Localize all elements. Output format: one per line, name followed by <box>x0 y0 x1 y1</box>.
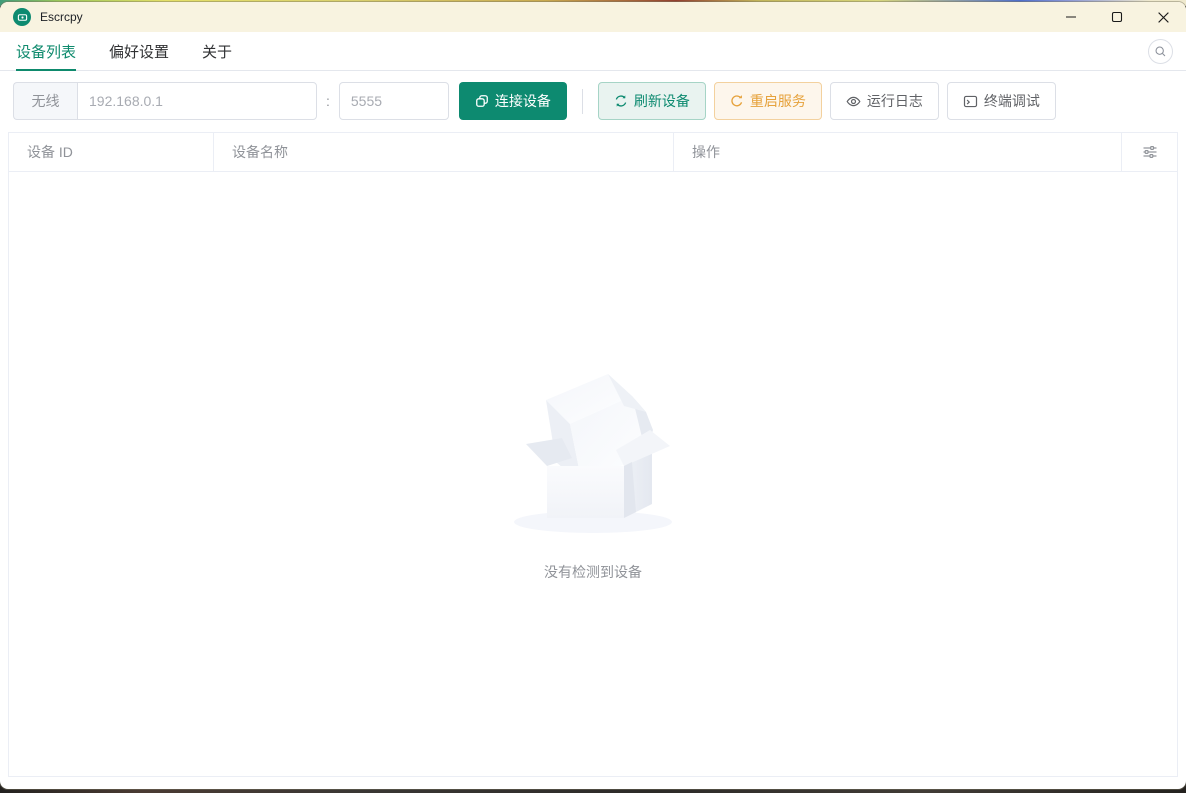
column-header-device-name: 设备名称 <box>214 133 674 171</box>
refresh-devices-label: 刷新设备 <box>633 93 690 109</box>
search-button[interactable] <box>1148 39 1173 64</box>
device-table-body: 没有检测到设备 <box>9 172 1177 776</box>
refresh-devices-button[interactable]: 刷新设备 <box>597 82 706 120</box>
close-icon <box>1157 11 1169 23</box>
window-title: Escrcpy <box>40 10 83 24</box>
window-controls <box>1048 2 1186 32</box>
empty-box-illustration <box>514 374 672 533</box>
close-button[interactable] <box>1140 2 1186 32</box>
tab-preferences-label: 偏好设置 <box>109 43 170 61</box>
refresh-icon <box>615 95 627 107</box>
eye-icon <box>846 96 861 106</box>
titlebar: Escrcpy <box>0 2 1186 32</box>
sliders-icon <box>1143 145 1156 159</box>
maximize-button[interactable] <box>1094 2 1140 32</box>
tab-about[interactable]: 关于 <box>202 32 232 70</box>
device-table: 设备 ID 设备名称 操作 没有检测到设备 <box>8 132 1178 777</box>
terminal-debug-button[interactable]: 终端调试 <box>946 82 1056 120</box>
restart-service-label: 重启服务 <box>749 93 806 109</box>
connection-toolbar: 无线 : 连接设备 刷新设备 重启服务 <box>13 82 1173 120</box>
column-settings-button[interactable] <box>1122 133 1177 171</box>
tab-device-list[interactable]: 设备列表 <box>16 32 77 71</box>
wireless-label: 无线 <box>13 82 77 120</box>
device-table-header: 设备 ID 设备名称 操作 <box>9 133 1177 172</box>
column-header-actions: 操作 <box>674 133 1122 171</box>
minimize-button[interactable] <box>1048 2 1094 32</box>
refresh-right-icon <box>731 95 743 107</box>
column-header-device-id: 设备 ID <box>9 133 214 171</box>
main-tabs: 设备列表 偏好设置 关于 <box>0 32 1186 71</box>
toolbar-divider <box>581 88 583 114</box>
ip-address-input[interactable] <box>77 82 317 120</box>
link-icon <box>475 95 488 107</box>
search-icon <box>1155 46 1166 57</box>
empty-state-message: 没有检测到设备 <box>544 564 642 580</box>
connect-device-label: 连接设备 <box>494 93 551 109</box>
restart-service-button[interactable]: 重启服务 <box>713 82 822 120</box>
terminal-debug-label: 终端调试 <box>983 93 1040 109</box>
connect-device-button[interactable]: 连接设备 <box>458 82 567 120</box>
run-logs-label: 运行日志 <box>866 93 923 109</box>
minimize-icon <box>1066 16 1076 18</box>
tab-device-list-label: 设备列表 <box>16 43 77 61</box>
ip-port-separator: : <box>326 93 330 109</box>
maximize-icon <box>1111 11 1123 23</box>
tab-about-label: 关于 <box>202 43 233 61</box>
escrcpy-window: Escrcpy 设备列表 偏好设置 关于 无线 192.168.0.1: 55… <box>0 2 1186 789</box>
port-input[interactable] <box>338 82 449 120</box>
terminal-icon <box>963 95 978 107</box>
app-logo-icon <box>13 8 31 26</box>
tab-preferences[interactable]: 偏好设置 <box>109 32 169 70</box>
run-logs-button[interactable]: 运行日志 <box>829 82 939 120</box>
